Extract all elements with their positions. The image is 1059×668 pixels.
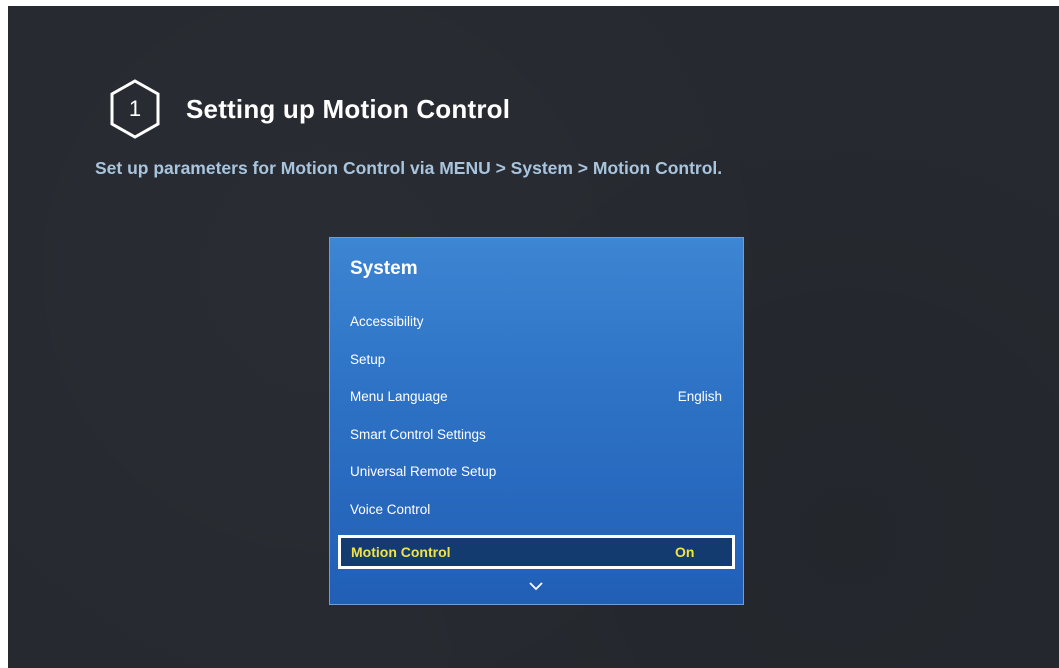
menu-item-label: Menu Language — [350, 389, 448, 404]
menu-item-label: Voice Control — [350, 502, 431, 517]
menu-item-motion-control[interactable]: Motion Control On — [338, 535, 735, 569]
menu-title: System — [350, 258, 418, 279]
menu-item-label: Setup — [350, 352, 386, 367]
menu-item-universal-remote-setup[interactable]: Universal Remote Setup — [350, 456, 722, 488]
menu-item-label: Accessibility — [350, 314, 424, 329]
system-menu-panel: System Accessibility Setup Menu Language… — [329, 237, 744, 605]
menu-item-label: Universal Remote Setup — [350, 464, 497, 479]
menu-item-menu-language[interactable]: Menu Language English — [350, 381, 722, 413]
selected-item-label: Motion Control — [351, 544, 451, 560]
page-title: Setting up Motion Control — [186, 94, 511, 124]
chevron-down-icon[interactable] — [529, 578, 543, 591]
menu-item-accessibility[interactable]: Accessibility — [350, 306, 722, 338]
menu-item-value: English — [677, 389, 722, 404]
step-number: 1 — [128, 96, 142, 121]
page-subtitle: Set up parameters for Motion Control via… — [95, 158, 723, 178]
menu-item-label: Smart Control Settings — [350, 427, 486, 442]
tv-screen: 1 Setting up Motion Control Set up param… — [8, 6, 1059, 668]
step-badge: 1 — [108, 78, 162, 140]
menu-item-setup[interactable]: Setup — [350, 344, 722, 376]
menu-item-smart-control-settings[interactable]: Smart Control Settings — [350, 419, 722, 451]
menu-item-voice-control[interactable]: Voice Control — [350, 494, 722, 526]
selected-item-value: On — [675, 544, 695, 560]
